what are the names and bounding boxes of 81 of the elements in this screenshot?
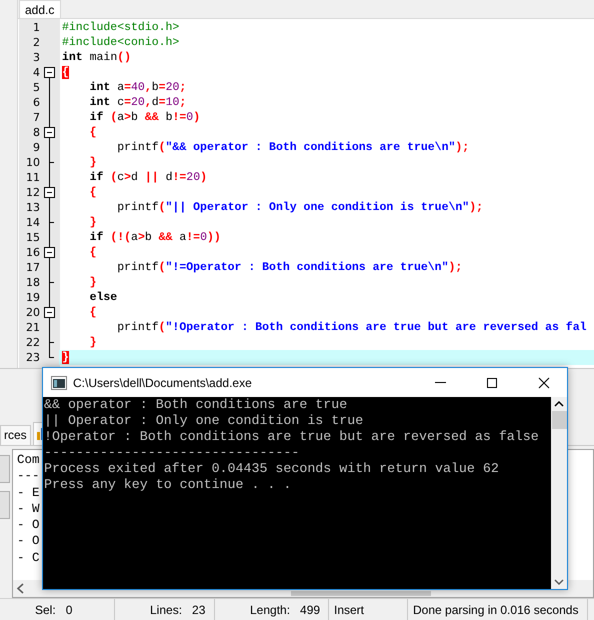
console-line: !Operator : Both conditions are true but are reversed as false (44, 429, 540, 445)
console-line: Press any key to continue . . . (44, 477, 292, 493)
status-label: Lines: (150, 602, 182, 618)
panel-tab[interactable]: rces (0, 425, 31, 445)
line-number: 21 (25, 320, 41, 335)
vertical-scrollbar[interactable] (551, 397, 567, 589)
code-line: if (a>b && b!=0) (88, 110, 202, 125)
line-number: 15 (25, 230, 41, 245)
chart-tab[interactable] (32, 422, 43, 445)
console-line: -------------------------------- (44, 445, 300, 461)
code-line: if (c>d || d!=20) (88, 170, 208, 185)
line-number: 20 (25, 305, 41, 320)
code-line: } (88, 275, 98, 290)
line-number: 2 (32, 35, 41, 50)
code-line: printf("|| Operator : Only one condition is true\n"); (116, 200, 484, 215)
scrollbar-thumb[interactable] (291, 591, 431, 596)
code-line: { (88, 125, 98, 140)
line-number: 4 (32, 65, 41, 80)
line-number: 5 (32, 80, 41, 95)
code-line: } (88, 215, 98, 230)
collapse-icon[interactable] (42, 305, 57, 320)
line-number: 12 (25, 185, 41, 200)
maximize-icon (486, 376, 498, 388)
console-icon (51, 376, 67, 390)
line-number: 14 (25, 215, 41, 230)
status-value: 499 (300, 602, 320, 618)
log-line: - O (17, 517, 40, 534)
line-number: 13 (25, 200, 41, 215)
window-title: C:\Users\dell\Documents\add.exe (73, 374, 252, 392)
status-value: 23 (192, 602, 206, 618)
code-line: else (88, 290, 118, 305)
code-line: } (88, 335, 98, 350)
line-number: 3 (32, 50, 41, 65)
code-line: { (88, 185, 98, 200)
code-line: #include<stdio.h> (61, 20, 180, 35)
collapse-icon[interactable] (42, 125, 57, 140)
line-number: 19 (25, 290, 41, 305)
console-line: || Operator : Only one condition is true (44, 413, 364, 429)
code-line: } (88, 155, 98, 170)
line-number: 9 (32, 140, 41, 155)
line-number: 23 (25, 350, 41, 365)
log-line: Com (17, 452, 40, 468)
file-tab[interactable]: add.c (19, 0, 62, 18)
scrollbar-thumb[interactable] (552, 411, 566, 429)
close-icon (538, 376, 550, 388)
code-line: printf("!=Operator : Both conditions are true\n"); (116, 260, 464, 275)
log-line: --- (17, 468, 40, 485)
code-line: int a=40,b=20; (88, 80, 188, 95)
code-line: printf("!Operator : Both conditions are true but are reversed as fal (116, 320, 588, 335)
log-line: - W (17, 500, 40, 518)
line-number: 17 (25, 260, 41, 275)
status-label: Sel: (35, 602, 56, 618)
log-line: - O (17, 533, 40, 550)
code-line: { (88, 305, 98, 320)
code-line: #include<conio.h> (61, 35, 180, 50)
code-line: { (88, 245, 98, 260)
line-number: 22 (25, 335, 41, 350)
status-value: 0 (66, 602, 72, 618)
console-line: && operator : Both conditions are true (44, 397, 348, 413)
line-number: 18 (25, 275, 41, 290)
status-text: Done parsing in 0.016 seconds (413, 602, 578, 618)
code-line: int c=20,d=10; (88, 95, 188, 110)
minimize-icon (434, 382, 446, 383)
line-number: 16 (25, 245, 41, 260)
log-line: - C (17, 550, 40, 566)
line-number: 6 (32, 95, 41, 110)
line-number: 7 (32, 110, 41, 125)
code-line: printf("&& operator : Both conditions are true\n"); (116, 140, 470, 155)
log-line: - E (17, 484, 40, 501)
collapse-icon[interactable] (42, 185, 57, 200)
console-line: Process exited after 0.04435 seconds with return value 62 (44, 461, 500, 477)
collapse-icon[interactable] (42, 65, 57, 80)
status-text: Insert (334, 602, 364, 618)
line-number: 10 (25, 155, 41, 170)
line-number: 8 (32, 125, 41, 140)
status-label: Length: (250, 602, 290, 618)
collapse-icon[interactable] (42, 245, 57, 260)
code-line: if (!(a>b && a!=0)) (88, 230, 222, 245)
line-number: 11 (25, 170, 41, 185)
code-line: int main() (61, 50, 132, 65)
line-number: 1 (32, 20, 41, 35)
